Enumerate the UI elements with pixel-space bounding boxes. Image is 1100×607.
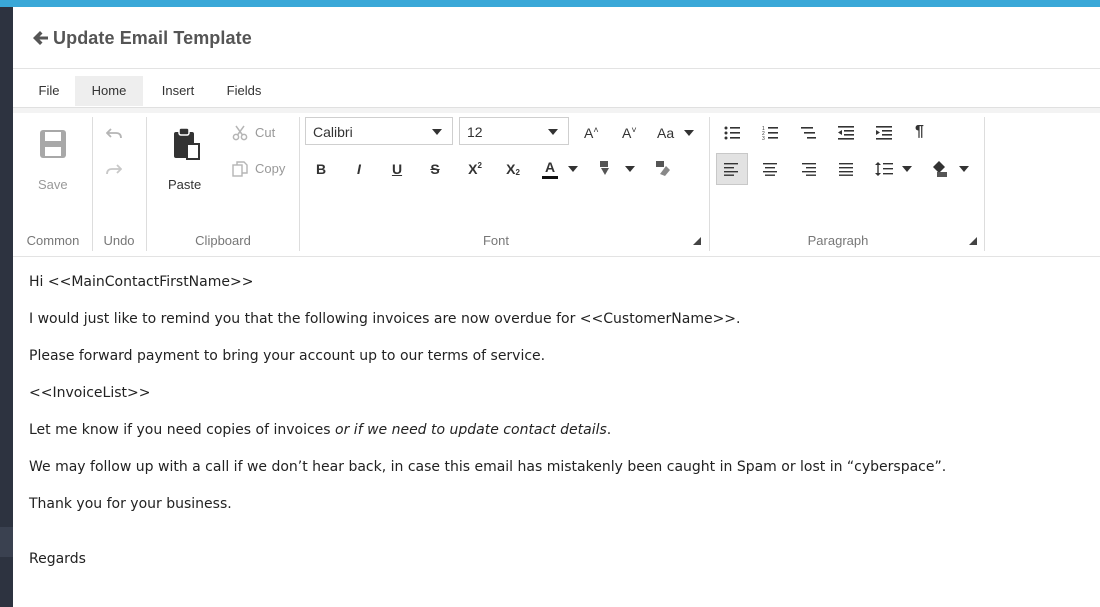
ribbon-toolbar: Save Common Undo Paste Cut Copy Clipboar… (13, 113, 1100, 257)
group-label-undo: Undo (103, 233, 135, 248)
group-label-paragraph: Paragraph (807, 233, 869, 248)
group-divider (146, 117, 147, 251)
font-color-label: A (544, 159, 556, 175)
body-line: Let me know if you need copies of invoic… (29, 422, 611, 438)
copy-button[interactable]: Copy (255, 161, 285, 176)
chevron-down-icon[interactable] (684, 130, 694, 136)
group-label-font: Font (482, 233, 509, 248)
page-header: Update Email Template (13, 7, 1100, 69)
font-color-swatch (542, 176, 558, 179)
group-divider (92, 117, 93, 251)
cut-icon[interactable] (232, 125, 248, 141)
copy-icon[interactable] (232, 161, 248, 177)
menu-file[interactable]: File (27, 76, 71, 106)
top-accent-bar (0, 0, 1100, 7)
menu-home[interactable]: Home (75, 76, 143, 106)
body-line: I would just like to remind you that the… (29, 311, 741, 327)
chevron-down-icon[interactable] (902, 166, 912, 172)
shrink-font-button[interactable]: A˅ (622, 125, 637, 141)
increase-indent-icon[interactable] (876, 125, 892, 141)
left-nav-rail-item[interactable] (0, 527, 13, 557)
paragraph-dialog-launcher-icon[interactable] (969, 237, 977, 245)
group-divider (299, 117, 300, 251)
group-divider (709, 117, 710, 251)
group-label-common: Common (26, 233, 80, 248)
cut-button[interactable]: Cut (255, 125, 275, 140)
group-divider (984, 117, 985, 251)
highlight-icon[interactable] (598, 160, 616, 178)
paste-icon[interactable] (172, 127, 202, 161)
chevron-down-icon[interactable] (568, 166, 578, 172)
body-text: . (606, 422, 612, 438)
strikethrough-button[interactable]: S (425, 161, 445, 177)
page-title: Update Email Template (53, 28, 252, 48)
font-size-value: 12 (467, 124, 483, 140)
shrink-font-label: A (622, 125, 632, 141)
menu-insert[interactable]: Insert (151, 76, 205, 106)
body-line: <<InvoiceList>> (29, 385, 151, 401)
superscript-button[interactable]: X2 (465, 161, 485, 177)
body-text: Let me know if you need copies of invoic… (29, 422, 336, 438)
superscript-mark: 2 (477, 161, 482, 170)
svg-text:3: 3 (762, 136, 765, 141)
bullet-list-icon[interactable] (724, 126, 740, 140)
body-line: Hi <<MainContactFirstName>> (29, 274, 254, 290)
font-family-select[interactable]: Calibri (305, 117, 453, 145)
align-left-icon (724, 163, 738, 176)
subscript-button[interactable]: X2 (503, 161, 523, 177)
paragraph-shading-icon[interactable] (931, 160, 949, 178)
justify-icon[interactable] (838, 162, 854, 176)
save-button[interactable]: Save (38, 177, 68, 192)
change-case-button[interactable]: Aa (657, 125, 674, 141)
chevron-down-icon[interactable] (959, 166, 969, 172)
line-spacing-icon[interactable] (875, 161, 893, 177)
numbered-list-icon[interactable]: 123 (762, 125, 778, 141)
undo-icon[interactable] (106, 125, 122, 141)
body-line: Please forward payment to bring your acc… (29, 348, 546, 364)
italic-button[interactable]: I (349, 161, 369, 177)
font-family-value: Calibri (313, 124, 353, 140)
left-nav-rail (0, 7, 13, 607)
bold-button[interactable]: B (311, 161, 331, 177)
chevron-down-icon (432, 129, 442, 135)
grow-font-button[interactable]: A˄ (584, 125, 599, 141)
underline-button[interactable]: U (387, 161, 407, 177)
font-dialog-launcher-icon[interactable] (693, 237, 701, 245)
group-label-clipboard: Clipboard (195, 233, 251, 248)
grow-font-arrow-icon: ˄ (593, 125, 599, 135)
body-line: Regards (29, 551, 86, 567)
menu-bar: File Home Insert Fields (13, 73, 1100, 106)
shrink-font-arrow-icon: ˅ (631, 125, 637, 135)
body-text-italic: or if we need to update contact details (335, 422, 607, 438)
clear-formatting-icon[interactable] (654, 160, 672, 178)
body-line: Thank you for your business. (29, 496, 232, 512)
body-line: We may follow up with a call if we don’t… (29, 459, 947, 475)
save-icon[interactable] (39, 129, 67, 159)
show-formatting-button[interactable]: ¶ (915, 123, 924, 141)
align-right-icon[interactable] (800, 162, 816, 176)
menu-fields[interactable]: Fields (217, 76, 271, 106)
font-color-button[interactable]: A (541, 159, 559, 179)
font-size-select[interactable]: 12 (459, 117, 569, 145)
grow-font-label: A (584, 125, 594, 141)
multilevel-list-icon[interactable] (800, 125, 816, 141)
chevron-down-icon[interactable] (625, 166, 635, 172)
subscript-mark: 2 (515, 168, 520, 177)
chevron-down-icon (548, 129, 558, 135)
paste-button[interactable]: Paste (168, 177, 201, 192)
decrease-indent-icon[interactable] (838, 125, 854, 141)
align-center-icon[interactable] (762, 162, 778, 176)
back-arrow-icon[interactable] (32, 29, 50, 47)
redo-icon[interactable] (106, 161, 122, 177)
